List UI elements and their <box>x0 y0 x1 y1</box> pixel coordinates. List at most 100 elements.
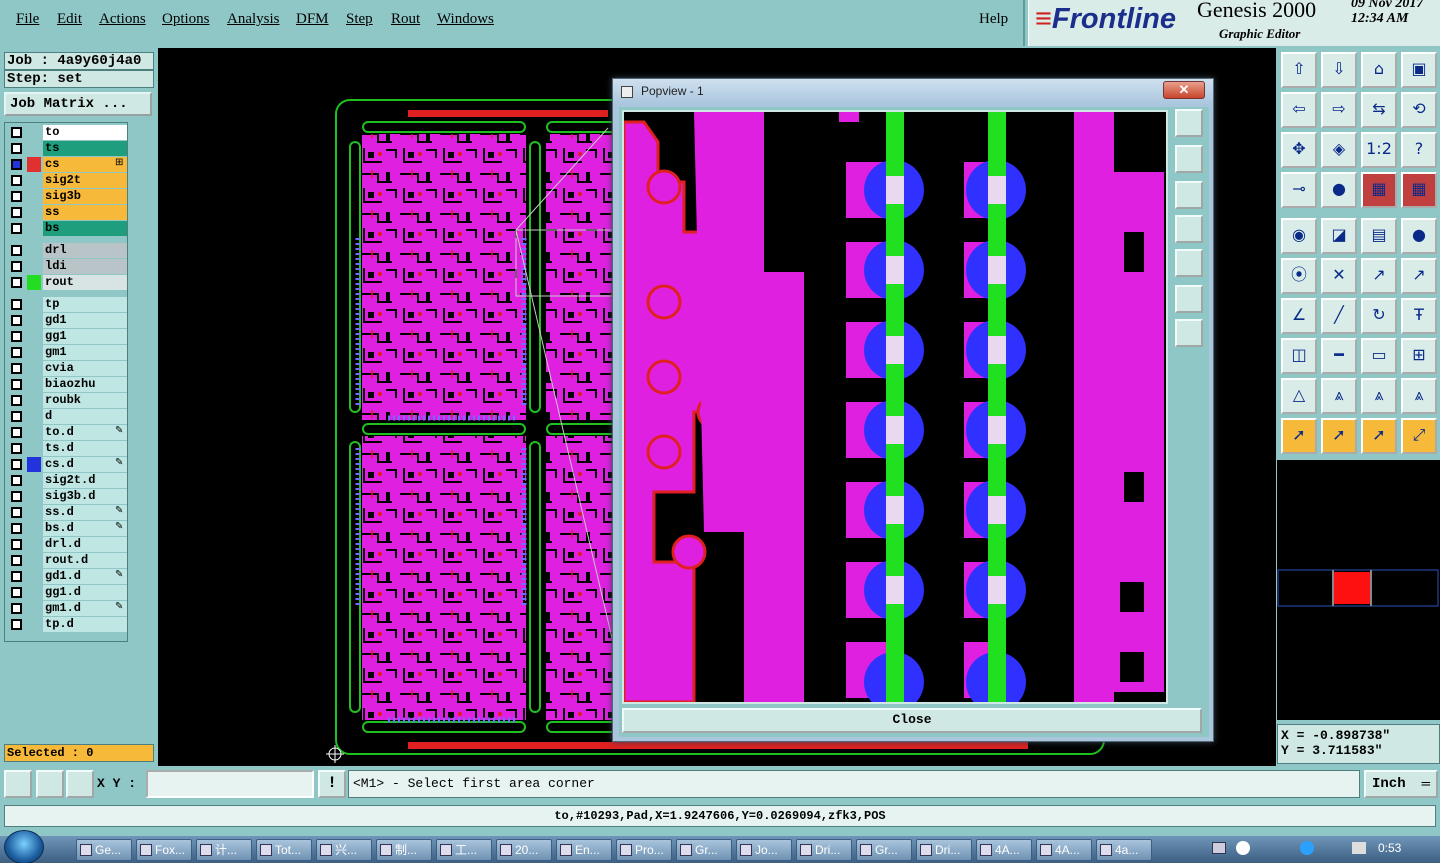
menu-edit[interactable]: Edit <box>57 11 82 28</box>
layer-name[interactable]: rout <box>43 275 127 290</box>
layer-checkbox[interactable] <box>11 539 22 550</box>
menu-windows[interactable]: Windows <box>437 11 494 28</box>
layer-color-swatch[interactable] <box>27 409 41 424</box>
layer-color-swatch[interactable] <box>27 553 41 568</box>
layer-checkbox[interactable] <box>11 443 22 454</box>
move-alt-icon[interactable]: ↗ <box>1401 258 1437 294</box>
layer-color-swatch[interactable] <box>27 585 41 600</box>
layer-color-swatch[interactable] <box>27 125 41 140</box>
taskbar-item[interactable]: Jo... <box>736 839 792 861</box>
layer-row[interactable]: biaozhu <box>7 377 127 392</box>
center-icon[interactable]: ◈ <box>1321 132 1357 168</box>
window-icon[interactable]: ▣ <box>1401 52 1437 88</box>
units-selector[interactable]: Inch ═ <box>1364 770 1438 798</box>
layer-color-swatch[interactable] <box>27 313 41 328</box>
taskbar-item[interactable]: 兴... <box>316 839 372 861</box>
layer-row[interactable]: bs.d ✎ <box>7 521 127 536</box>
layer-name[interactable]: drl <box>43 243 127 258</box>
layer-color-swatch[interactable] <box>27 617 41 632</box>
menu-dfm[interactable]: DFM <box>296 11 329 28</box>
zoom-in-icon[interactable] <box>1175 109 1203 137</box>
layer-name[interactable]: to <box>43 125 127 140</box>
layer-checkbox[interactable] <box>11 411 22 422</box>
zoom-in-box-icon[interactable]: ⇩ <box>1321 52 1357 88</box>
taskbar-item[interactable]: 制... <box>376 839 432 861</box>
layer-row[interactable]: gm1.d ✎ <box>7 601 127 616</box>
menu-file[interactable]: File <box>16 11 39 28</box>
layer-color-swatch[interactable] <box>27 537 41 552</box>
volume-icon[interactable] <box>1352 842 1366 854</box>
alert-icon[interactable]: ! <box>318 770 346 798</box>
layer-color-swatch[interactable] <box>27 361 41 376</box>
pan-up-icon[interactable] <box>1175 145 1203 173</box>
taskbar-item[interactable]: Ge... <box>76 839 132 861</box>
layer-row[interactable]: drl <box>7 243 127 258</box>
layer-row[interactable]: sig2t.d <box>7 473 127 488</box>
layers-alt-icon[interactable]: ▦ <box>1401 172 1437 208</box>
taskbar-item[interactable]: Dri... <box>796 839 852 861</box>
center-icon[interactable] <box>1175 319 1203 347</box>
layer-checkbox[interactable] <box>11 555 22 566</box>
select-box-icon[interactable]: ◫ <box>1281 338 1317 374</box>
layer-name[interactable]: bs <box>43 221 127 236</box>
layer-row[interactable]: bs <box>7 221 127 236</box>
layer-name[interactable]: drl.d <box>43 537 127 552</box>
overview-map[interactable] <box>1277 460 1440 720</box>
popview-close-button[interactable]: Close <box>622 708 1202 733</box>
layer-color-swatch[interactable] <box>27 505 41 520</box>
layer-checkbox[interactable] <box>11 191 22 202</box>
flip-icon[interactable]: ⇆ <box>1361 92 1397 128</box>
layer-color-swatch[interactable] <box>27 157 41 172</box>
pan-down-icon[interactable] <box>1175 181 1203 209</box>
pan-left-icon[interactable]: ⇦ <box>1281 92 1317 128</box>
layer-row[interactable]: ts.d <box>7 441 127 456</box>
taskbar-item[interactable]: 4A... <box>1036 839 1092 861</box>
layer-name[interactable]: cvia <box>43 361 127 376</box>
layer-color-swatch[interactable] <box>27 141 41 156</box>
layer-row[interactable]: rout <box>7 275 127 290</box>
layer-checkbox[interactable] <box>11 175 22 186</box>
zoom-home-icon[interactable]: ⇧ <box>1281 52 1317 88</box>
layer-row[interactable]: rout.d <box>7 553 127 568</box>
layer-name[interactable]: biaozhu <box>43 377 127 392</box>
layer-color-swatch[interactable] <box>27 569 41 584</box>
taskbar-item[interactable]: Dri... <box>916 839 972 861</box>
layer-row[interactable]: ts <box>7 141 127 156</box>
layer-color-swatch[interactable] <box>27 243 41 258</box>
layer-color-swatch[interactable] <box>27 441 41 456</box>
measure-icon[interactable] <box>36 770 64 798</box>
layer-name[interactable]: gg1.d <box>43 585 127 600</box>
taskbar-item[interactable]: Gr... <box>856 839 912 861</box>
layer-color-swatch[interactable] <box>27 221 41 236</box>
taskbar-item[interactable]: Fox... <box>136 839 192 861</box>
job-matrix-button[interactable]: Job Matrix ... <box>4 92 152 116</box>
line-icon[interactable]: ◪ <box>1321 218 1357 254</box>
layer-checkbox[interactable] <box>11 315 22 326</box>
pad-icon[interactable]: ◉ <box>1281 218 1317 254</box>
layer-name[interactable]: gd1 <box>43 313 127 328</box>
start-button[interactable] <box>4 830 44 863</box>
layer-color-swatch[interactable] <box>27 473 41 488</box>
layer-checkbox[interactable] <box>11 459 22 470</box>
layer-checkbox[interactable] <box>11 603 22 614</box>
xy-input[interactable] <box>146 770 314 798</box>
layer-name[interactable]: sig2t <box>43 173 127 188</box>
layer-checkbox[interactable] <box>11 491 22 502</box>
rotate-icon[interactable]: ↻ <box>1361 298 1397 334</box>
layer-checkbox[interactable] <box>11 363 22 374</box>
menu-rout[interactable]: Rout <box>391 11 420 28</box>
layer-row[interactable]: cs ⊞ <box>7 157 127 172</box>
triangle-b-icon[interactable]: ⩓ <box>1361 378 1397 414</box>
layer-row[interactable]: cvia <box>7 361 127 376</box>
layer-color-swatch[interactable] <box>27 489 41 504</box>
pan-right-icon[interactable]: ⇨ <box>1321 92 1357 128</box>
route-icon[interactable]: ⤢ <box>1401 418 1437 454</box>
taskbar-item[interactable]: Tot... <box>256 839 312 861</box>
fit-icon[interactable] <box>1175 285 1203 313</box>
layer-row[interactable]: ldi <box>7 259 127 274</box>
layer-row[interactable]: sig3b.d <box>7 489 127 504</box>
layer-color-swatch[interactable] <box>27 521 41 536</box>
layer-row[interactable]: cs.d ✎ <box>7 457 127 472</box>
scale-icon[interactable]: 1:2 <box>1361 132 1397 168</box>
layer-row[interactable]: tp.d <box>7 617 127 632</box>
